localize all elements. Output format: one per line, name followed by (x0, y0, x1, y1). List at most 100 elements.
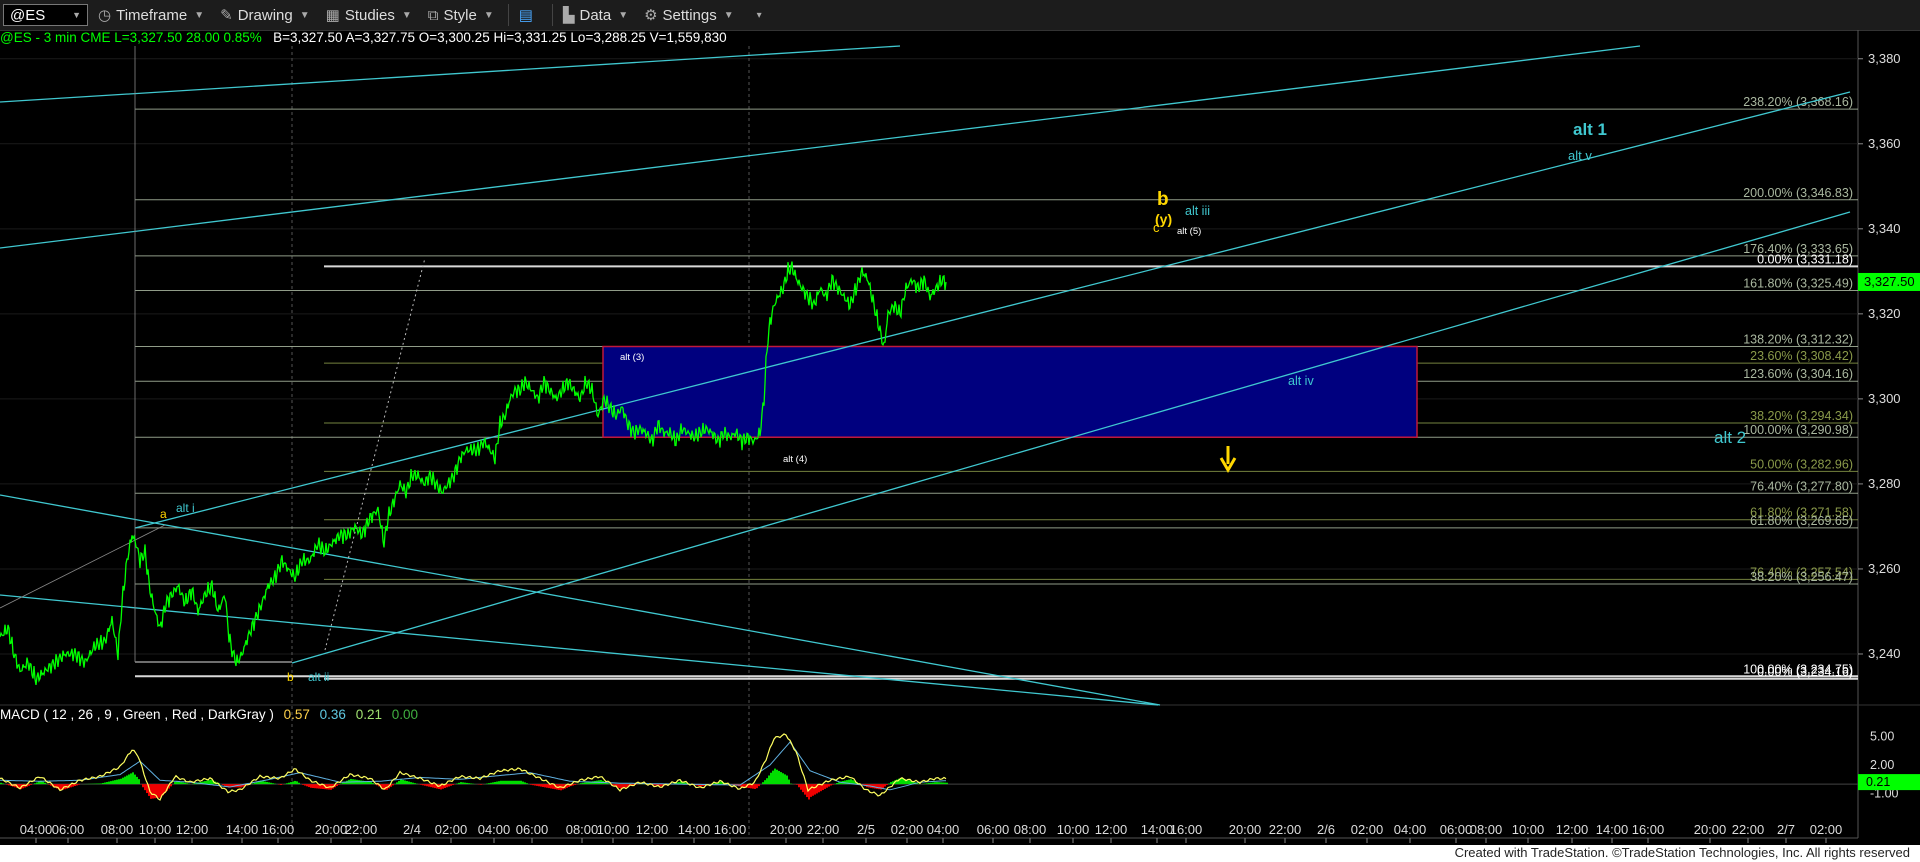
macd-histogram-bar (206, 780, 208, 785)
macd-histogram-bar (732, 784, 734, 785)
macd-histogram-bar (538, 784, 540, 787)
macd-histogram-bar (850, 779, 852, 785)
more-button[interactable]: ▾ (744, 3, 768, 27)
macd-histogram-bar (34, 783, 36, 785)
macd-histogram-bar (268, 782, 270, 785)
macd-histogram-bar (884, 784, 886, 787)
macd-histogram-bar (370, 781, 372, 785)
x-tick-label: 02:00 (891, 822, 924, 837)
macd-histogram-bar (756, 784, 758, 789)
macd-histogram-bar (338, 784, 340, 785)
macd-histogram-bar (64, 784, 66, 790)
macd-histogram-bar (236, 784, 238, 788)
macd-histogram-bar (754, 784, 756, 789)
macd-histogram-bar (66, 784, 68, 789)
wave-label: alt (4) (783, 454, 807, 465)
style-button[interactable]: ⧉ Style ▼ (422, 3, 500, 27)
macd-histogram-bar (500, 780, 502, 785)
macd-histogram-bar (882, 784, 884, 788)
macd-histogram-bar (778, 770, 780, 785)
macd-histogram-bar (594, 780, 596, 785)
macd-histogram-bar (680, 781, 682, 785)
toolbar-divider (507, 4, 509, 26)
macd-histogram-bar (256, 782, 258, 785)
macd-histogram-bar (822, 784, 824, 791)
x-tick-label: 20:00 (1229, 822, 1262, 837)
macd-histogram-bar (212, 780, 214, 785)
macd-avg-line (0, 741, 947, 791)
macd-histogram-bar (184, 782, 186, 785)
macd-histogram-bar (840, 781, 842, 785)
macd-tick-label: 5.00 (1870, 729, 1894, 743)
macd-histogram-bar (726, 783, 728, 785)
macd-histogram-bar (310, 784, 312, 788)
macd-histogram-bar (326, 784, 328, 790)
x-tick-label: 22:00 (1269, 822, 1302, 837)
layout-button[interactable]: ▤ (513, 3, 544, 27)
macd-histogram-bar (750, 784, 752, 789)
symbol-selector[interactable]: @ES ▼ (3, 4, 88, 26)
macd-histogram-bar (122, 777, 124, 785)
macd-histogram-bar (468, 783, 470, 785)
fib-level-label: 61.80% (3,271.58) (1750, 506, 1853, 520)
macd-histogram-bar (376, 784, 378, 786)
macd-histogram-bar (902, 778, 904, 785)
macd-histogram-bar (364, 781, 366, 785)
x-tick-label: 04:00 (1394, 822, 1427, 837)
macd-histogram-bar (854, 781, 856, 785)
price-chart[interactable]: 238.20% (3,368.16) 200.00% (3,346.83) 176.… (0, 0, 1920, 862)
macd-histogram-bar (786, 775, 788, 785)
macd-histogram-bar (288, 782, 290, 785)
settings-button[interactable]: ⚙ Settings ▼ (638, 3, 740, 27)
macd-histogram-bar (542, 784, 544, 787)
drawing-button[interactable]: ✎ Drawing ▼ (214, 3, 316, 27)
chevron-down-icon: ▼ (723, 9, 734, 21)
wave-label: alt v (1568, 148, 1592, 163)
macd-histogram-bar (126, 775, 128, 785)
macd-current-label: 0.21 (1866, 775, 1890, 789)
macd-histogram-bar (662, 784, 664, 786)
macd-histogram-bar (622, 784, 624, 789)
macd-histogram-bar (466, 782, 468, 785)
macd-histogram-bar (462, 782, 464, 785)
fib-level-label: 238.20% (3,368.16) (1743, 95, 1853, 109)
macd-histogram-bar (506, 780, 508, 785)
wave-label: alt i (176, 501, 195, 515)
pencil-icon: ✎ (220, 7, 233, 24)
fib-level-label: 76.40% (3,257.54) (1750, 565, 1853, 579)
macd-histogram-bar (856, 782, 858, 785)
macd-histogram-bar (156, 784, 158, 799)
macd-histogram-bar (816, 784, 818, 794)
macd-histogram-bar (514, 780, 516, 785)
macd-histogram-bar (388, 784, 390, 789)
data-button[interactable]: ▙ Data ▼ (557, 3, 634, 27)
macd-histogram-bar (202, 781, 204, 785)
macd-histogram-bar (42, 781, 44, 785)
macd-histogram-bar (182, 782, 184, 785)
macd-histogram-bar (390, 784, 392, 787)
alt-iv-target-box (602, 345, 1418, 438)
macd-histogram-bar (470, 783, 472, 785)
macd-histogram-bar (132, 772, 134, 785)
info-volume: V=1,559,830 (649, 30, 727, 45)
wave-label: b (1157, 189, 1169, 210)
macd-histogram-bar (678, 781, 680, 785)
macd-histogram-bar (572, 784, 574, 786)
info-ask: A=3,327.75 (345, 30, 415, 45)
y-tick-label: 3,360 (1868, 136, 1901, 151)
x-tick-label: 2/4 (403, 822, 421, 837)
macd-histogram-bar (154, 784, 156, 799)
macd-histogram-bar (296, 781, 298, 785)
studies-button[interactable]: ▦ Studies ▼ (320, 3, 418, 27)
timeframe-button[interactable]: ◷ Timeframe ▼ (92, 3, 210, 27)
wave-label: alt iii (1185, 204, 1210, 218)
trend-channel-line (291, 211, 1851, 664)
macd-histogram-bar (372, 783, 374, 785)
macd-histogram-bar (784, 774, 786, 785)
macd-histogram-bar (302, 784, 304, 785)
chevron-down-icon: ▼ (72, 10, 81, 20)
macd-histogram-bar (718, 782, 720, 785)
current-price-label: 3,327.50 (1864, 274, 1915, 289)
fib-level-label: 161.80% (3,325.49) (1743, 277, 1853, 291)
macd-histogram-bar (946, 782, 948, 785)
